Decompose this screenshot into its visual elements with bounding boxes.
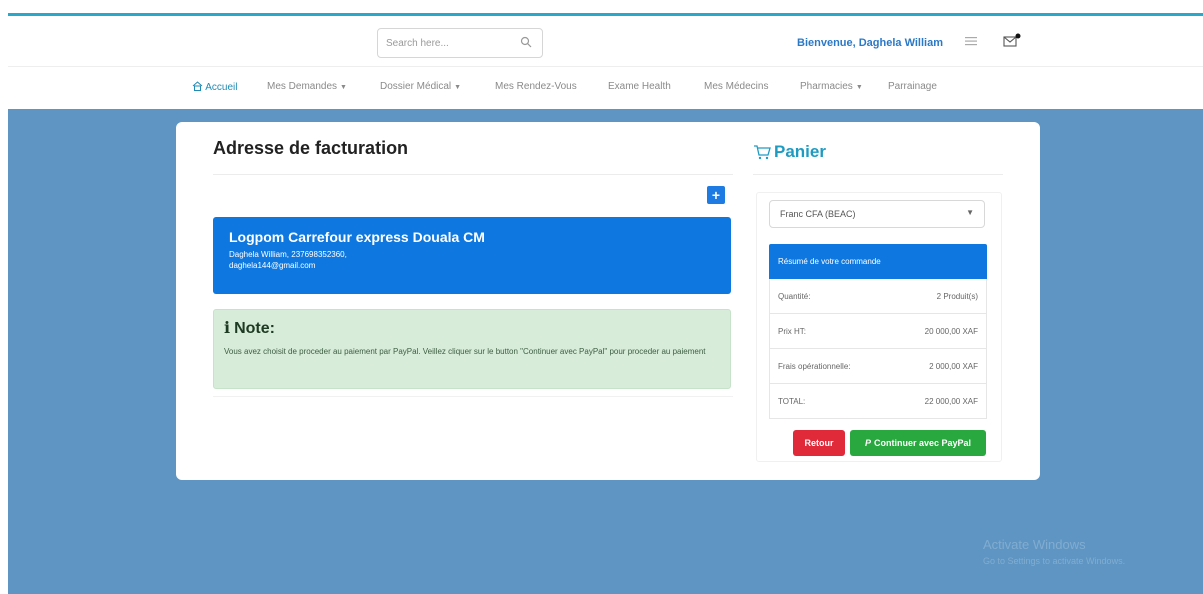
nav-label: Mes Demandes <box>267 81 338 92</box>
search-icon[interactable] <box>520 36 532 48</box>
search-box <box>377 28 543 58</box>
paypal-continue-button[interactable]: P Continuer avec PayPal <box>850 430 986 456</box>
caret-down-icon: ▼ <box>454 84 462 91</box>
row-value: 2 Produit(s) <box>936 292 978 301</box>
note-title: Note: <box>234 320 275 337</box>
main-navigation: Accueil Mes Demandes ▼ Dossier Médical ▼ M… <box>8 66 1203 109</box>
nav-label: Exame Health <box>608 81 671 92</box>
checkout-card: Adresse de facturation + Logpom Carrefou… <box>176 122 1040 480</box>
row-label: Frais opérationnelle: <box>778 362 851 371</box>
back-button[interactable]: Retour <box>793 430 845 456</box>
row-value: 2 000,00 XAF <box>929 362 978 371</box>
summary-row-total: TOTAL: 22 000,00 XAF <box>769 384 987 419</box>
cart-title-text: Panier <box>774 142 826 161</box>
nav-accueil[interactable]: Accueil <box>192 81 237 93</box>
divider <box>213 396 733 397</box>
search-input[interactable] <box>386 35 506 52</box>
divider <box>753 174 1003 175</box>
row-label: TOTAL: <box>778 397 806 406</box>
nav-mes-demandes[interactable]: Mes Demandes ▼ <box>267 81 347 92</box>
shopping-cart-icon <box>754 145 771 160</box>
paypal-button-label: Continuer avec PayPal <box>873 438 972 448</box>
select-arrow-icon: ▼ <box>966 208 974 217</box>
nav-parrainage[interactable]: Parrainage <box>888 81 937 92</box>
row-value: 22 000,00 XAF <box>924 397 978 406</box>
welcome-text[interactable]: Bienvenue, Daghela William <box>797 37 943 49</box>
windows-watermark-subtitle: Go to Settings to activate Windows. <box>983 556 1126 566</box>
list-icon[interactable] <box>964 35 978 47</box>
address-name: Logpom Carrefour express Douala CM <box>229 229 485 245</box>
order-summary: Résumé de votre commande Quantité: 2 Pro… <box>769 244 987 419</box>
summary-row-fees: Frais opérationnelle: 2 000,00 XAF <box>769 349 987 384</box>
summary-row-price: Prix HT: 20 000,00 XAF <box>769 314 987 349</box>
nav-pharmacies[interactable]: Pharmacies ▼ <box>800 81 863 92</box>
nav-exame-health[interactable]: Exame Health <box>608 81 671 92</box>
nav-rendez-vous[interactable]: Mes Rendez-Vous <box>495 81 577 92</box>
address-line-1: Daghela William, 237698352360, <box>229 250 347 259</box>
add-address-button[interactable]: + <box>707 186 725 204</box>
nav-label: Mes Rendez-Vous <box>495 81 577 92</box>
address-contact: Daghela William, 237698352360, daghela14… <box>229 249 715 271</box>
summary-header: Résumé de votre commande <box>769 244 987 279</box>
caret-down-icon: ▼ <box>855 84 863 91</box>
nav-label: Pharmacies <box>800 81 853 92</box>
currency-value: Franc CFA (BEAC) <box>780 209 856 219</box>
cart-title: Panier <box>753 142 826 162</box>
payment-note: i Note: Vous avez choisit de proceder au … <box>213 309 731 389</box>
windows-watermark-title: Activate Windows <box>983 537 1086 552</box>
nav-label: Accueil <box>205 82 238 93</box>
caret-down-icon: ▼ <box>340 84 347 91</box>
paypal-icon: P <box>864 438 871 448</box>
nav-label: Mes Médecins <box>704 81 769 92</box>
currency-select[interactable]: Franc CFA (BEAC) ▼ <box>769 200 985 228</box>
note-heading: i Note: <box>224 318 720 338</box>
note-text: Vous avez choisit de proceder au paiemen… <box>224 347 706 356</box>
header: Bienvenue, Daghela William <box>8 16 1203 66</box>
row-label: Prix HT: <box>778 327 806 336</box>
mail-notification-icon[interactable] <box>1003 33 1021 47</box>
nav-label: Dossier Médical <box>380 81 452 92</box>
nav-label: Parrainage <box>888 81 937 92</box>
address-line-2: daghela144@gmail.com <box>229 261 316 270</box>
info-icon: i <box>224 318 231 337</box>
summary-row-quantity: Quantité: 2 Produit(s) <box>769 279 987 314</box>
nav-dossier-medical[interactable]: Dossier Médical ▼ <box>380 81 461 92</box>
home-icon <box>192 81 203 91</box>
selected-address-card[interactable]: Logpom Carrefour express Douala CM Daghe… <box>213 217 731 294</box>
divider <box>213 174 733 175</box>
row-label: Quantité: <box>778 292 811 301</box>
row-value: 20 000,00 XAF <box>924 327 978 336</box>
billing-title: Adresse de facturation <box>213 138 409 158</box>
nav-mes-medecins[interactable]: Mes Médecins <box>704 81 768 92</box>
